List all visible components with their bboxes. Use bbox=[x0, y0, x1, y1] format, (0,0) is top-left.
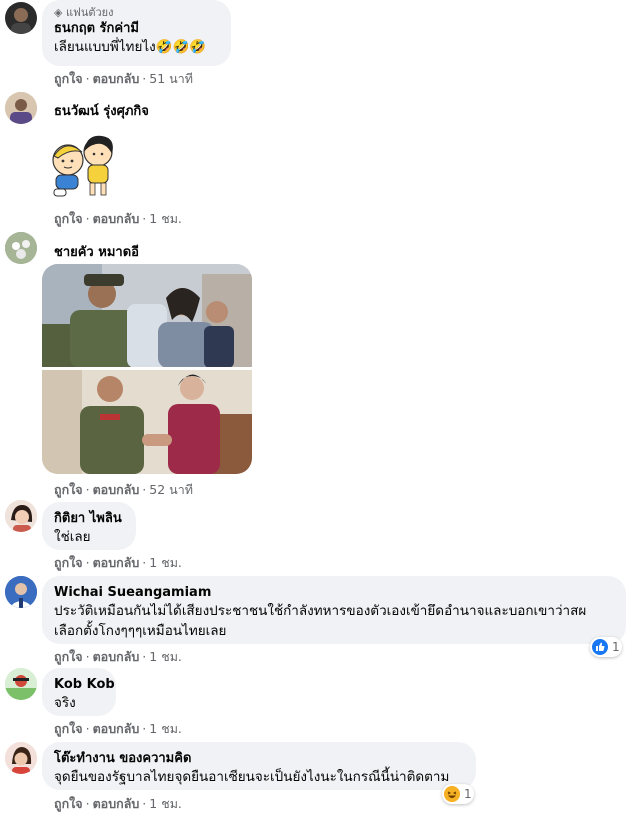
comment-actions: ถูกใจ · ตอบกลับ · 51 นาที bbox=[54, 71, 193, 86]
haha-emoji-icon bbox=[444, 786, 460, 802]
top-fan-badge: ◈ แฟนตัวยง bbox=[54, 6, 114, 19]
timestamp[interactable]: 1 ชม. bbox=[149, 649, 182, 664]
avatar[interactable] bbox=[5, 92, 37, 124]
comment-bubble: โต๊ะทำงาน ของความคิด จุดยืนของรัฐบาลไทยจ… bbox=[42, 742, 476, 790]
avatar[interactable] bbox=[5, 576, 37, 608]
comment-actions: ถูกใจ · ตอบกลับ · 1 ชม. bbox=[54, 796, 182, 811]
comment-text-line: ประวัติเหมือนกันไม่ได้เสียงประชาชนใช้กำล… bbox=[54, 603, 587, 619]
comment-actions: ถูกใจ · ตอบกลับ · 1 ชม. bbox=[54, 211, 182, 226]
like-button[interactable]: ถูกใจ bbox=[54, 649, 83, 664]
comment-actions: ถูกใจ · ตอบกลับ · 52 นาที bbox=[54, 482, 193, 497]
commenter-name[interactable]: Kob Kob bbox=[54, 676, 115, 693]
collage-two-meetings-photo[interactable] bbox=[42, 264, 252, 474]
timestamp[interactable]: 51 นาที bbox=[149, 71, 193, 86]
avatar[interactable] bbox=[5, 232, 37, 264]
reply-button[interactable]: ตอบกลับ bbox=[93, 71, 140, 86]
avatar[interactable] bbox=[5, 500, 37, 532]
like-button[interactable]: ถูกใจ bbox=[54, 721, 83, 736]
reaction-count: 1 bbox=[464, 787, 472, 801]
cartoon-boy-girl-sticker bbox=[46, 130, 122, 200]
reaction-count: 1 bbox=[612, 640, 620, 654]
reply-button[interactable]: ตอบกลับ bbox=[93, 721, 140, 736]
commenter-name[interactable]: Wichai Sueangamiam bbox=[54, 584, 614, 601]
comment-actions: ถูกใจ · ตอบกลับ · 1 ชม. bbox=[54, 721, 182, 736]
timestamp[interactable]: 52 นาที bbox=[149, 482, 193, 497]
reply-button[interactable]: ตอบกลับ bbox=[93, 211, 140, 226]
commenter-name[interactable]: โต๊ะทำงาน ของความคิด bbox=[54, 750, 464, 767]
thumbs-up-icon bbox=[592, 639, 608, 655]
comment-bubble: กิติยา ไพลิน ใช่เลย bbox=[42, 502, 136, 550]
comment-bubble: Wichai Sueangamiam ประวัติเหมือนกันไม่ได… bbox=[42, 576, 626, 644]
timestamp[interactable]: 1 ชม. bbox=[149, 555, 182, 570]
comment-text: จริง bbox=[54, 695, 76, 711]
timestamp[interactable]: 1 ชม. bbox=[149, 211, 182, 226]
avatar[interactable] bbox=[5, 668, 37, 700]
diamond-icon: ◈ bbox=[54, 6, 63, 19]
reaction-summary[interactable]: 1 bbox=[590, 637, 622, 657]
comment-text: เลียนแบบพี่ไทยไง🤣🤣🤣 bbox=[54, 39, 207, 55]
comment-actions: ถูกใจ · ตอบกลับ · 1 ชม. bbox=[54, 555, 182, 570]
comment-text: ใช่เลย bbox=[54, 529, 91, 545]
comment-actions: ถูกใจ · ตอบกลับ · 1 ชม. bbox=[54, 649, 182, 664]
reply-button[interactable]: ตอบกลับ bbox=[93, 796, 140, 811]
comment-text: จุดยืนของรัฐบาลไทยจุดยืนอาเซียนจะเป็นยัง… bbox=[54, 769, 450, 785]
like-button[interactable]: ถูกใจ bbox=[54, 796, 83, 811]
like-button[interactable]: ถูกใจ bbox=[54, 555, 83, 570]
reply-button[interactable]: ตอบกลับ bbox=[93, 482, 140, 497]
like-button[interactable]: ถูกใจ bbox=[54, 71, 83, 86]
timestamp[interactable]: 1 ชม. bbox=[149, 721, 182, 736]
timestamp[interactable]: 1 ชม. bbox=[149, 796, 182, 811]
avatar[interactable] bbox=[5, 2, 37, 34]
comment-bubble: Kob Kob จริง bbox=[42, 668, 116, 716]
reaction-summary[interactable]: 1 bbox=[442, 784, 474, 804]
commenter-name[interactable]: ธนวัฒน์ รุ่งศุภกิจ bbox=[54, 100, 149, 121]
commenter-name[interactable]: ธนกฤต รักค่ามี bbox=[54, 20, 219, 37]
reply-button[interactable]: ตอบกลับ bbox=[93, 649, 140, 664]
comment-text-line: เลือกตั้งโกงๆๆๆเหมือนไทยเลย bbox=[54, 623, 227, 639]
reply-button[interactable]: ตอบกลับ bbox=[93, 555, 140, 570]
commenter-name[interactable]: ชายคัว หมาดอี bbox=[54, 241, 139, 262]
avatar[interactable] bbox=[5, 742, 37, 774]
like-button[interactable]: ถูกใจ bbox=[54, 211, 83, 226]
like-button[interactable]: ถูกใจ bbox=[54, 482, 83, 497]
commenter-name[interactable]: กิติยา ไพลิน bbox=[54, 510, 124, 527]
comment-bubble: ◈ แฟนตัวยง ธนกฤต รักค่ามี เลียนแบบพี่ไทย… bbox=[42, 0, 231, 66]
